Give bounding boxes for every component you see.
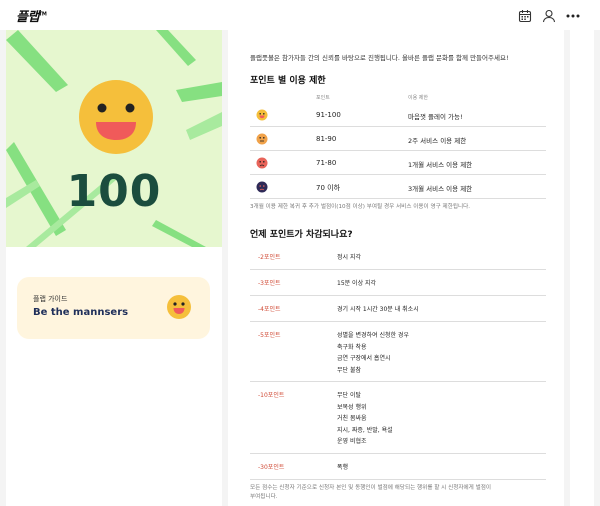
deduct-reason: 무단 불참 [337,366,361,374]
deduct-row: -3포인트 15분 이상 지각 [250,270,546,296]
point-limit: 마음껏 플레이 가능! [408,113,463,121]
user-icon[interactable] [542,8,556,23]
deduct-points: -10포인트 [258,392,285,399]
point-row: 70 이하 3개월 서비스 이용 제한 [250,175,546,199]
neutral-face-icon [256,133,268,145]
deduct-reason: 경기 시작 1시간 30분 내 취소시 [337,306,419,313]
left-panel: 100 플랩 가이드 Be the mannsers [6,30,222,506]
guide-label: 플랩 가이드 [33,295,68,303]
deduct-row: -4포인트 경기 시작 1시간 30분 내 취소시 [250,296,546,322]
point-range: 81-90 [316,135,337,143]
sad-face-icon [256,157,268,169]
deduct-reason: 정시 지각 [337,254,361,261]
deduct-row: -5포인트 성별을 변경하여 신청한 경우 축구화 착용 금연 구장에서 흡연시… [250,322,546,382]
right-scroll-gutter [570,30,594,506]
deduct-row: -2포인트 정시 지각 [250,244,546,270]
point-range: 70 이하 [316,184,341,192]
intro-text: 플랩풋볼은 참가자들 간의 신뢰를 바탕으로 진행됩니다. 올바른 플랩 문화를… [250,54,509,62]
point-range: 71-80 [316,159,337,167]
point-row: 71-80 1개월 서비스 이용 제한 [250,151,546,175]
score-hero: 100 [6,30,222,247]
angry-face-icon [256,181,268,193]
column-header-point: 포인트 [316,95,330,101]
points-note: 3개월 이용 제한 복귀 후 추가 벌점이(10점 이상) 부여될 경우 서비스… [250,204,471,210]
deduct-points: -30포인트 [258,464,285,471]
happy-face-icon [256,109,268,121]
point-limit: 3개월 서비스 이용 제한 [408,185,473,193]
manner-score: 100 [66,166,162,217]
column-header-limit: 이용 제한 [408,95,428,101]
guide-title: Be the mannsers [33,307,129,318]
top-bar: 플랩TM [0,0,600,30]
calendar-icon[interactable] [518,8,532,23]
main-content: 플랩풋볼은 참가자들 간의 신뢰를 바탕으로 진행됩니다. 올바른 플랩 문화를… [228,30,564,506]
logo[interactable]: 플랩TM [16,6,47,25]
deduct-row: -10포인트 무단 이탈 보복성 행위 거친 몸싸움 지시, 짜증, 반말, 욕… [250,382,546,454]
deduct-reason: 축구화 착용 [337,343,367,351]
deduct-reason: 보복성 행위 [337,403,367,411]
deduct-note-line-1: 모든 점수는 신청자 기준으로 신청자 본인 및 동행인이 벌점에 해당되는 행… [250,485,492,491]
happy-face-icon [167,295,191,319]
point-range: 91-100 [316,111,341,119]
deduct-reason: 15분 이상 지각 [337,280,377,287]
deduct-reason: 무단 이탈 [337,392,361,399]
deduct-section-title: 언제 포인트가 차감되나요? [250,230,353,240]
point-limit: 1개월 서비스 이용 제한 [408,161,473,169]
deduct-points: -3포인트 [258,280,281,287]
deduct-reason: 폭행 [337,464,349,471]
deduct-points: -2포인트 [258,254,281,261]
deduct-reason: 금연 구장에서 흡연시 [337,355,391,363]
deduct-reason: 운영 비협조 [337,438,367,446]
deduct-reason: 거친 몸싸움 [337,415,367,423]
point-row: 81-90 2주 서비스 이용 제한 [250,127,546,151]
points-section-title: 포인트 별 이용 제한 [250,76,326,86]
deduct-points: -5포인트 [258,332,281,339]
deduct-row: -30포인트 폭행 [250,454,546,480]
deduct-reason: 지시, 짜증, 반말, 욕설 [337,426,393,434]
deduct-points: -4포인트 [258,306,281,313]
more-icon[interactable] [566,8,580,22]
point-row: 91-100 마음껏 플레이 가능! [250,103,546,127]
guide-card[interactable]: 플랩 가이드 Be the mannsers [17,277,210,339]
deduct-note-line-2: 부여됩니다. [250,494,278,500]
point-limit: 2주 서비스 이용 제한 [408,137,467,145]
deduct-reason: 성별을 변경하여 신청한 경우 [337,332,409,339]
